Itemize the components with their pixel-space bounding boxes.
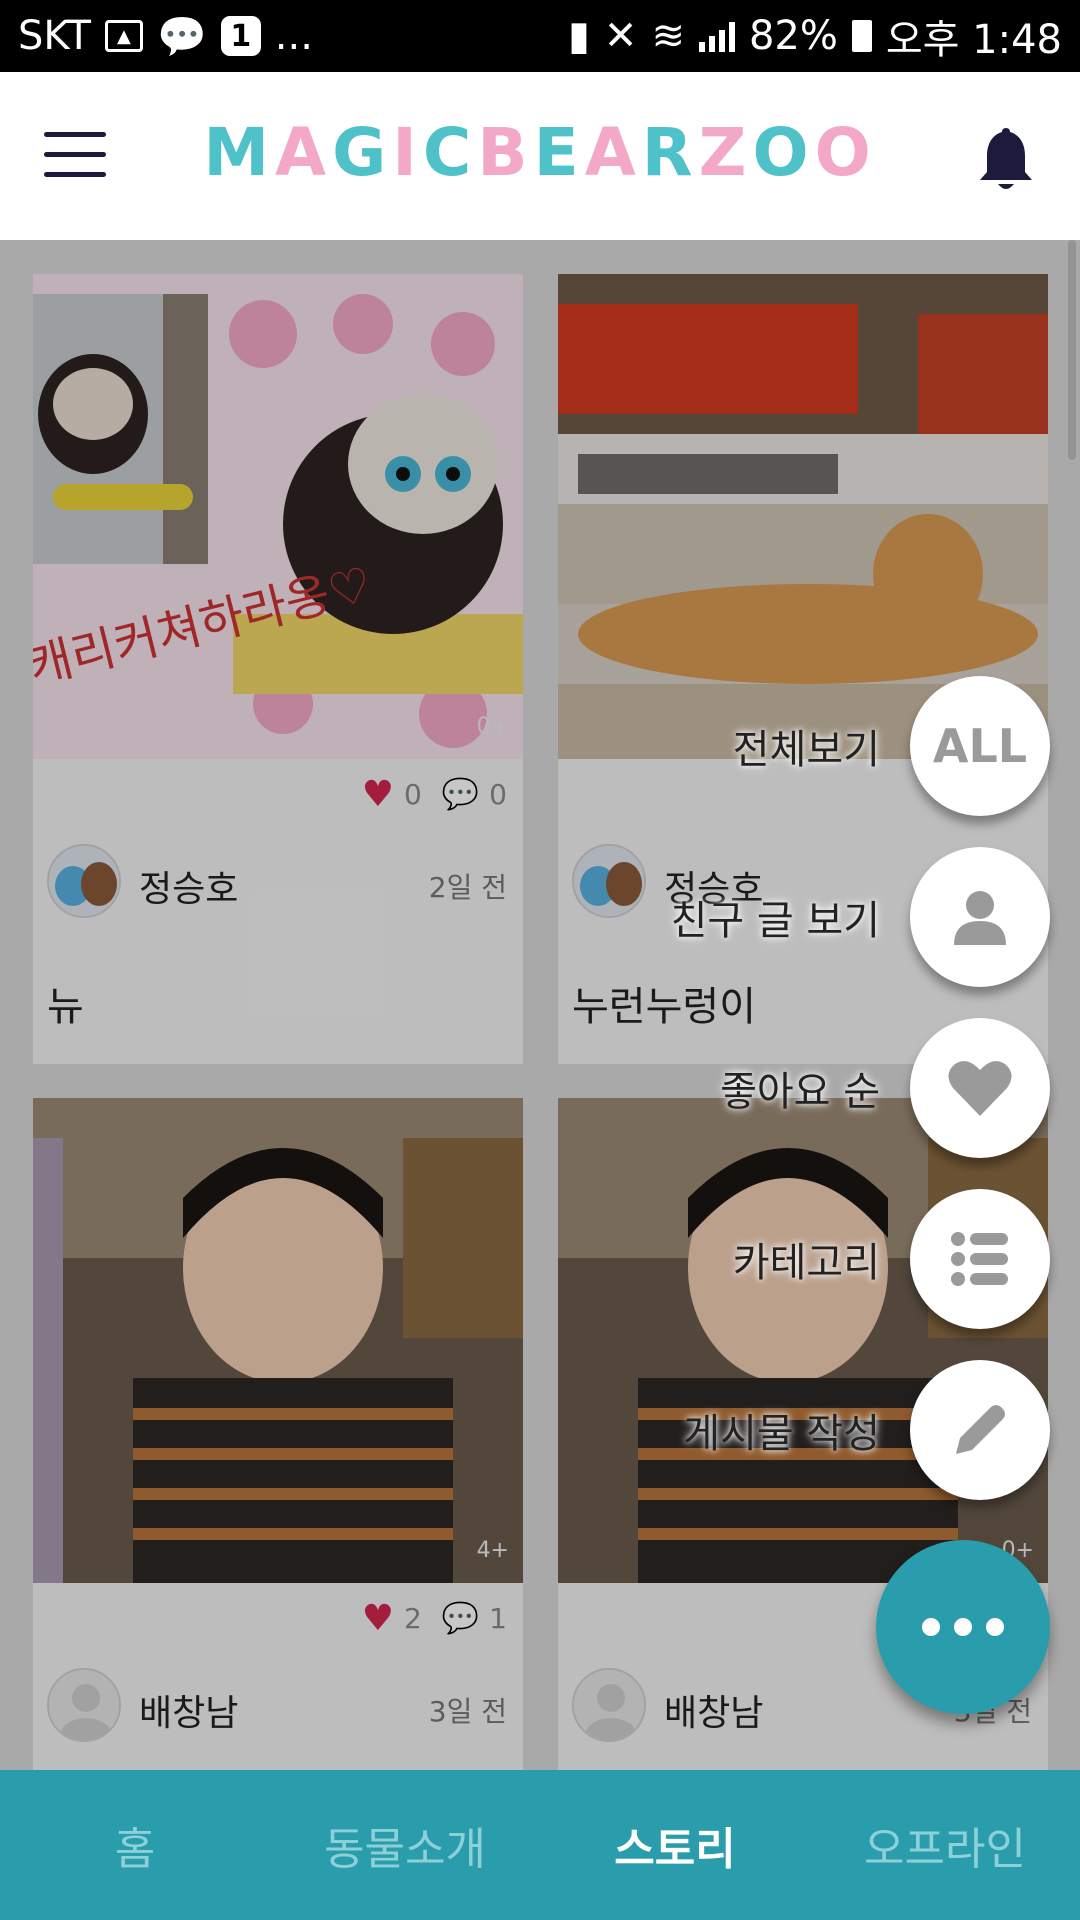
fab-label[interactable]: 좋아요 순 — [720, 1059, 880, 1117]
app-logo: MAGIC BEAR ZOO — [0, 114, 1080, 191]
fab-label[interactable]: 게시물 작성 — [683, 1401, 880, 1459]
clock: 오후 1:48 — [885, 17, 1062, 63]
image-notification-icon: ▲ — [104, 20, 143, 52]
mute-icon: ✕ — [603, 13, 638, 59]
wifi-icon: ≋ — [651, 13, 685, 59]
battery-icon — [851, 20, 872, 52]
person-icon — [954, 891, 1006, 945]
status-bar-right: ▮ ✕ ≋ 82% 오후 1:48 — [568, 7, 1062, 65]
status-bar-left: SKT ▲ 💬 1 ... — [18, 13, 313, 60]
fab-item-friends[interactable]: 친구 글 보기 — [671, 847, 1050, 987]
notification-count-badge: 1 — [220, 16, 261, 56]
bottom-nav: 홈 동물소개 스토리 오프라인 — [0, 1770, 1080, 1920]
notification-bell-icon[interactable] — [976, 124, 1036, 194]
battery-percent: 82% — [748, 13, 838, 59]
fab-item-category[interactable]: 카테고리 — [733, 1189, 1050, 1329]
nav-home[interactable]: 홈 — [0, 1770, 270, 1920]
battery-saver-icon: ▮ — [567, 13, 590, 59]
pencil-icon — [956, 1405, 1005, 1454]
fab-item-likes[interactable]: 좋아요 순 — [720, 1018, 1050, 1158]
fab-button[interactable]: ALL — [910, 676, 1050, 816]
menu-overlay[interactable] — [0, 240, 1080, 1770]
more-notifications-label: ... — [274, 13, 313, 59]
message-notification-icon: 💬 — [156, 13, 207, 60]
app-logo-text: MAGIC BEAR ZOO — [203, 114, 877, 191]
nav-offline[interactable]: 오프라인 — [810, 1770, 1080, 1920]
list-icon — [951, 1232, 1008, 1286]
fab-item-write[interactable]: 게시물 작성 — [683, 1360, 1050, 1500]
heart-icon — [948, 1061, 1012, 1116]
signal-icon — [698, 20, 735, 52]
fab-label[interactable]: 카테고리 — [733, 1230, 880, 1288]
app-bar: MAGIC BEAR ZOO — [0, 72, 1080, 240]
nav-animals[interactable]: 동물소개 — [270, 1770, 540, 1920]
fab-label[interactable]: 친구 글 보기 — [671, 888, 880, 946]
fab-button[interactable] — [910, 1360, 1050, 1500]
fab-button[interactable] — [910, 1189, 1050, 1329]
fab-label[interactable]: 전체보기 — [733, 717, 880, 775]
fab-button[interactable] — [910, 847, 1050, 987]
nav-story[interactable]: 스토리 — [540, 1770, 810, 1920]
carrier-label: SKT — [18, 13, 91, 59]
fab-item-all[interactable]: 전체보기 ALL — [733, 676, 1050, 816]
all-text-icon: ALL — [932, 719, 1028, 773]
fab-button[interactable] — [910, 1018, 1050, 1158]
status-bar: SKT ▲ 💬 1 ... ▮ ✕ ≋ 82% 오후 1:48 — [0, 0, 1080, 72]
more-dots-icon[interactable] — [876, 1540, 1050, 1714]
